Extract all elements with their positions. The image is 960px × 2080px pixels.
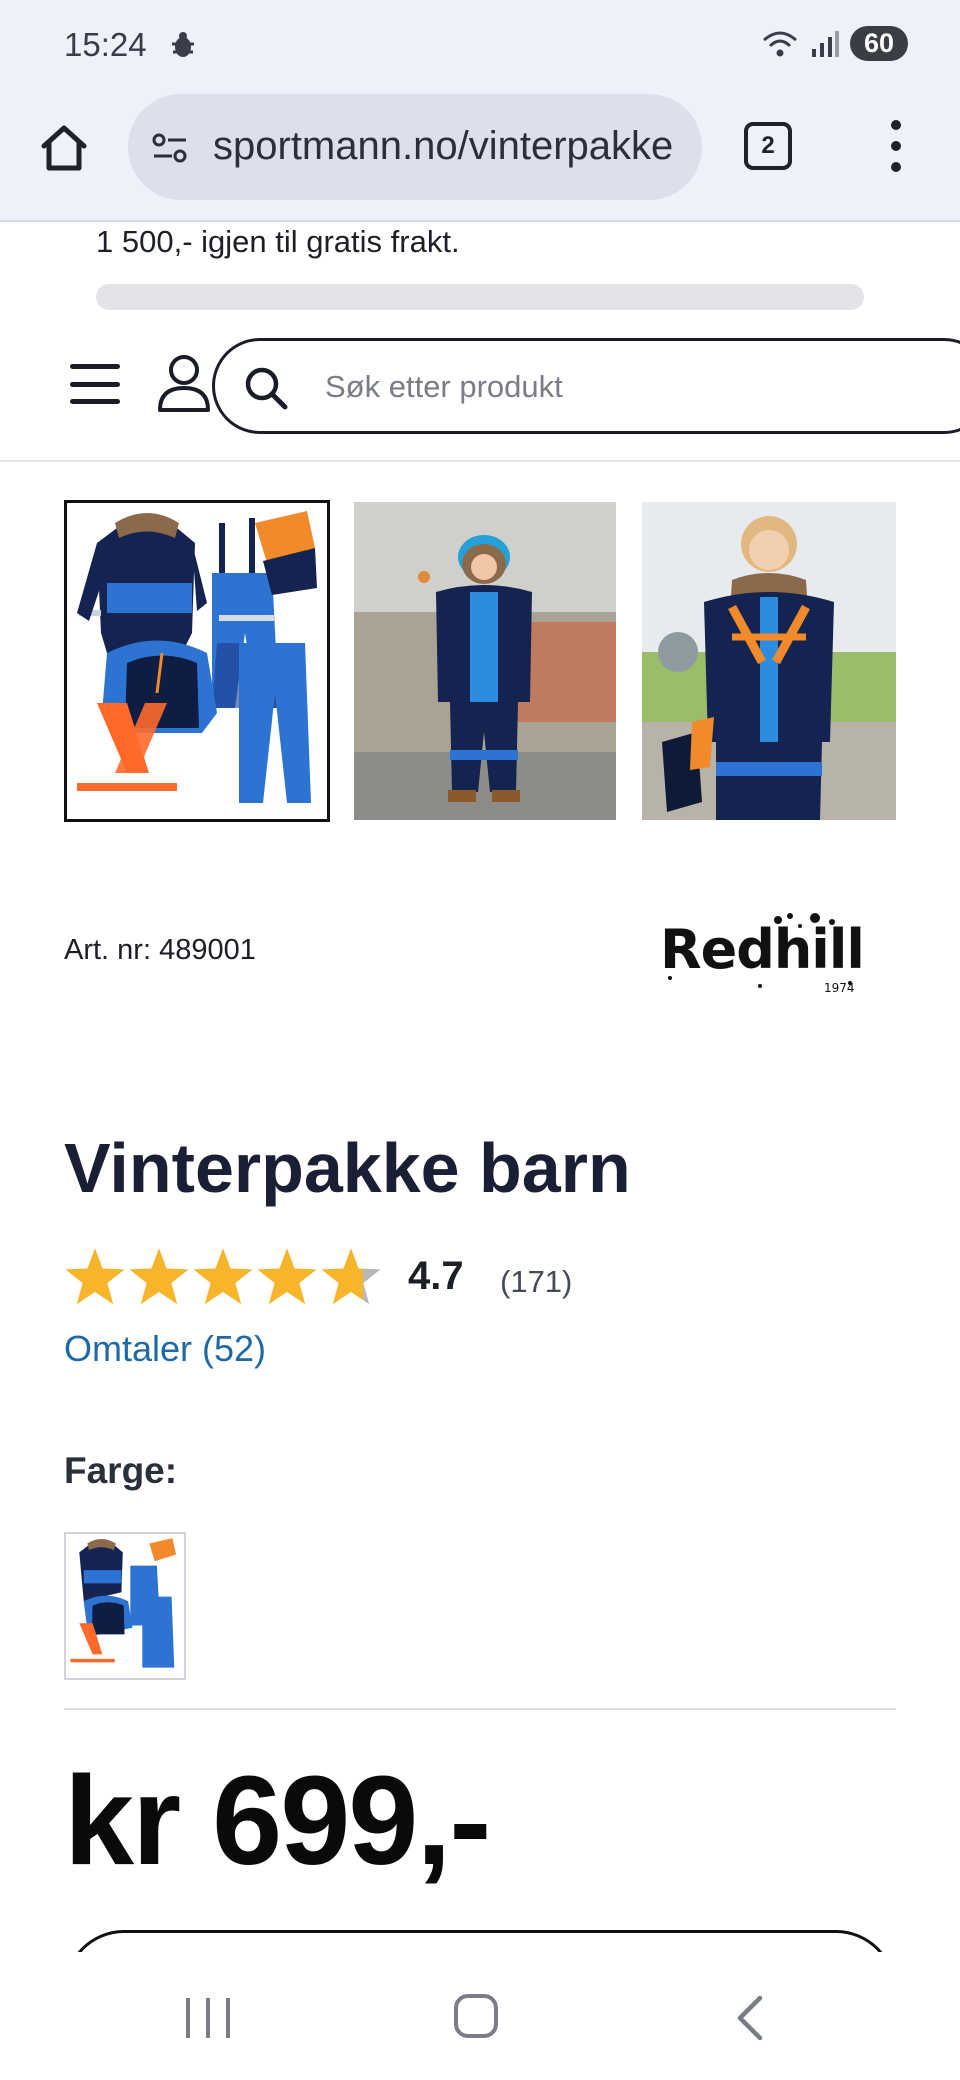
battery-indicator: 60 <box>850 26 908 61</box>
product-image-thumb-1[interactable] <box>64 500 330 822</box>
free-shipping-progress <box>96 284 864 310</box>
product-image-thumb-3[interactable] <box>642 502 896 820</box>
bug-notification-icon <box>172 32 194 57</box>
search-icon[interactable] <box>243 365 289 411</box>
color-swatch[interactable] <box>64 1532 186 1680</box>
nav-home-icon[interactable] <box>454 1994 498 2038</box>
article-number-value: 489001 <box>159 934 256 966</box>
product-set-image <box>67 503 327 819</box>
menu-icon[interactable] <box>70 364 120 404</box>
star-rating[interactable] <box>64 1246 384 1308</box>
search-bar[interactable] <box>212 338 960 434</box>
star-icon <box>193 1248 253 1305</box>
home-icon <box>41 125 87 171</box>
product-title: Vinterpakke barn <box>64 1129 631 1207</box>
status-time: 15:24 <box>64 26 147 63</box>
star-icon <box>129 1248 189 1305</box>
section-divider <box>64 1708 896 1710</box>
address-bar[interactable]: sportmann.no/vinterpakke <box>128 94 702 200</box>
rating-value: 4.7 <box>408 1254 464 1298</box>
star-icon <box>65 1248 125 1305</box>
color-label: Farge: <box>64 1450 178 1491</box>
search-input[interactable] <box>325 363 925 411</box>
tab-switcher-button[interactable]: 2 <box>744 122 792 170</box>
more-menu-icon[interactable] <box>876 116 916 176</box>
free-shipping-text: 1 500,- igjen til gratis frakt. <box>96 224 460 259</box>
brand-logo-year: 1974 <box>824 981 855 995</box>
back-icon[interactable] <box>728 1994 772 2042</box>
rating-count: (171) <box>500 1264 573 1299</box>
article-number: Art. nr: 489001 <box>64 934 256 967</box>
child-outdoor-photo <box>642 502 896 820</box>
brand-logo-text: Redhill <box>660 918 864 981</box>
recent-apps-icon[interactable] <box>186 1998 230 2038</box>
product-price: kr 699,- <box>64 1750 491 1891</box>
brand-logo[interactable]: Redhill 1974 <box>650 908 880 998</box>
url-text[interactable]: sportmann.no/vinterpakke <box>213 124 693 169</box>
system-nav-bar <box>0 1952 960 2080</box>
article-number-label: Art. nr: <box>64 934 152 966</box>
star-icon <box>257 1248 317 1305</box>
status-bar: 15:24 60 <box>0 0 960 92</box>
browser-toolbar: sportmann.no/vinterpakke 2 <box>0 92 960 222</box>
user-icon[interactable] <box>156 352 212 414</box>
site-settings-icon[interactable] <box>150 128 190 168</box>
reviews-link[interactable]: Omtaler (52) <box>64 1328 266 1370</box>
child-wall-photo <box>354 502 616 820</box>
wifi-icon <box>763 31 797 56</box>
status-icons: 60 <box>760 26 908 61</box>
signal-icon <box>812 30 839 57</box>
color-swatch-image <box>66 1534 184 1678</box>
star-icon <box>321 1248 381 1305</box>
home-button[interactable] <box>36 120 92 176</box>
product-image-thumb-2[interactable] <box>354 502 616 820</box>
header-divider <box>0 460 960 462</box>
